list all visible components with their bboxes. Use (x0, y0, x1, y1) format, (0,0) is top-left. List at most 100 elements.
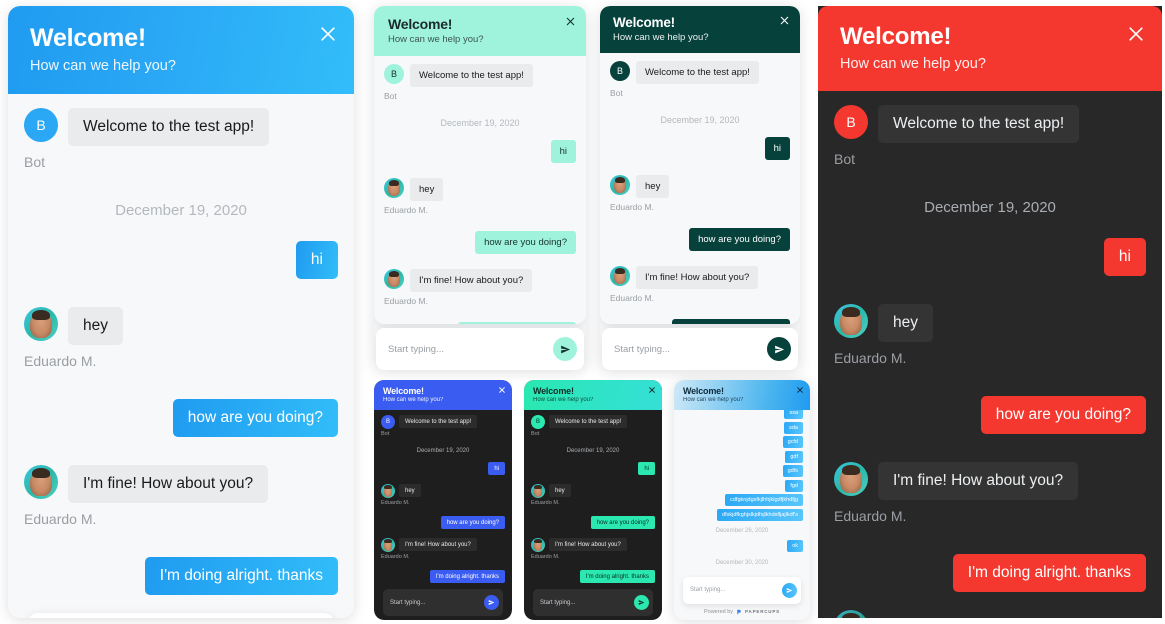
date-separator: December 19, 2020 (660, 115, 740, 125)
message-bubble: hey (68, 307, 123, 345)
chat-card: Welcome! How can we help you? B Welcome … (524, 380, 662, 620)
message-bubble: Welcome to the test app! (636, 61, 759, 84)
message-row-in: I'm fine! How about you? (381, 538, 505, 552)
avatar (384, 178, 404, 198)
message-bubble: I'm fine! How about you? (878, 462, 1079, 500)
message-row-partial (834, 610, 1146, 618)
message-row-out: I'm doing alright. thanks (610, 319, 790, 324)
avatar (531, 484, 545, 498)
composer[interactable]: Start typing... (602, 328, 798, 370)
sender-name: Eduardo M. (24, 353, 97, 369)
avatar (834, 462, 868, 496)
close-icon[interactable] (646, 384, 657, 395)
widget-header: Welcome! How can we help you? (524, 380, 662, 410)
sender-name: Eduardo M. (381, 554, 410, 560)
widget-header: Welcome! How can we help you? (674, 380, 810, 410)
header-subtitle: How can we help you? (30, 58, 176, 74)
message-list[interactable]: ssa sda gcfd gdf gdfs fgd cdfgknjdgsfkjl… (674, 410, 810, 620)
sender-name: Eduardo M. (24, 511, 97, 527)
message-row-out: hi (610, 137, 790, 160)
close-icon[interactable] (562, 13, 578, 29)
sender-name: Eduardo M. (834, 508, 907, 524)
message-list[interactable]: B Welcome to the test app! Bot December … (600, 53, 800, 324)
message-bubble: dfskjdfkghjslkjdfsjlkhdsfljajlkdf's (717, 508, 803, 521)
message-list[interactable]: B Welcome to the test app! Bot December … (818, 91, 1162, 618)
message-list[interactable]: B Welcome to the test app! Bot December … (374, 410, 512, 620)
message-bubble: gdf (785, 450, 803, 463)
sender-name: Eduardo M. (531, 554, 560, 560)
messages: B Welcome to the test app! Bot December … (384, 64, 576, 324)
message-row-in: hey (531, 484, 655, 498)
message-row-out: how are you doing? (384, 231, 576, 254)
message-list[interactable]: B Welcome to the test app! Bot December … (374, 56, 586, 324)
composer[interactable]: Start typing... (383, 589, 503, 616)
date-separator: December 30, 2020 (715, 559, 769, 566)
message-input[interactable]: Start typing... (388, 344, 553, 355)
message-row-out: cdfgknjdgsfkjlhhjklgdfjkhdfjg (681, 494, 803, 506)
bot-initial: B (616, 66, 623, 76)
widget-header: Welcome! How can we help you? (374, 380, 512, 410)
message-input[interactable]: Start typing... (390, 600, 484, 606)
chat-widget-dark-red: Welcome! How can we help you? B Welcome … (818, 6, 1162, 618)
message-row-in: I'm fine! How about you? (531, 538, 655, 552)
send-icon[interactable] (484, 595, 499, 610)
widget-header: Welcome! How can we help you? (374, 6, 586, 56)
sender-name: Bot (24, 154, 46, 170)
message-list[interactable]: B Welcome to the test app! Bot December … (524, 410, 662, 620)
chat-card: Welcome! How can we help you? B Welcome … (374, 380, 512, 620)
message-input[interactable]: Start typing... (540, 600, 634, 606)
message-bubble: I'm fine! How about you? (68, 465, 269, 503)
chat-card: Welcome! How can we help you? B Welcome … (600, 6, 800, 324)
message-row-out: I'm doing alright. thanks (834, 554, 1146, 592)
message-row-out: hi (834, 238, 1146, 276)
message-input[interactable]: Start typing... (690, 587, 782, 593)
message-list[interactable]: B Welcome to the test app! Bot December … (8, 94, 354, 618)
send-icon[interactable] (553, 337, 577, 361)
composer[interactable]: Start typing... (28, 613, 334, 618)
bot-avatar: B (384, 64, 404, 84)
message-bubble: hi (764, 137, 790, 160)
bot-avatar: B (24, 108, 58, 142)
header-subtitle: How can we help you? (533, 397, 594, 403)
message-row-out: I'm doing alright. thanks (381, 570, 505, 583)
header-subtitle: How can we help you? (840, 56, 986, 72)
message-row-in: I'm fine! How about you? (610, 266, 790, 289)
bot-initial: B (36, 117, 46, 133)
message-row-out: I'm doing alright. thanks (384, 322, 576, 324)
message-bubble: hi (295, 241, 338, 279)
message-row-out: how are you doing? (834, 396, 1146, 434)
close-icon[interactable] (1122, 20, 1150, 48)
avatar (24, 307, 58, 341)
date-separator: December 26, 2020 (715, 528, 769, 534)
sender-name: Eduardo M. (610, 202, 654, 212)
message-row-out: dfskjdfkghjslkjdfsjlkhdsfljajlkdf's (681, 508, 803, 521)
message-bubble: sda (784, 421, 803, 434)
message-input[interactable]: Start typing... (614, 344, 767, 355)
header-subtitle: How can we help you? (613, 32, 709, 43)
message-row-out: how are you doing? (381, 516, 505, 529)
composer[interactable]: Start typing... (533, 589, 653, 616)
message-row-out: how are you doing? (531, 516, 655, 529)
powered-by-label: Powered by (703, 608, 734, 615)
messages: B Welcome to the test app! Bot December … (24, 108, 338, 597)
send-icon[interactable] (767, 337, 791, 361)
sender-name: Bot (610, 88, 623, 98)
date-separator: December 19, 2020 (924, 199, 1056, 216)
composer[interactable]: Start typing... (683, 576, 801, 604)
header-title: Welcome! (683, 386, 724, 396)
message-bubble: how are you doing? (440, 516, 505, 529)
message-bubble: I'm fine! How about you? (399, 538, 477, 551)
close-icon[interactable] (496, 384, 507, 395)
close-icon[interactable] (794, 384, 805, 395)
send-icon[interactable] (782, 582, 797, 598)
message-bubble: how are you doing? (475, 231, 576, 254)
header-title: Welcome! (30, 24, 147, 52)
sender-name: Eduardo M. (834, 350, 907, 366)
close-icon[interactable] (776, 12, 792, 28)
composer[interactable]: Start typing... (376, 328, 584, 370)
message-row-out: how are you doing? (610, 228, 790, 251)
powered-by-footer: Powered by PAPERCUPS (381, 616, 505, 620)
close-icon[interactable] (314, 20, 342, 48)
message-bubble: how are you doing? (590, 516, 655, 529)
send-icon[interactable] (634, 595, 649, 610)
